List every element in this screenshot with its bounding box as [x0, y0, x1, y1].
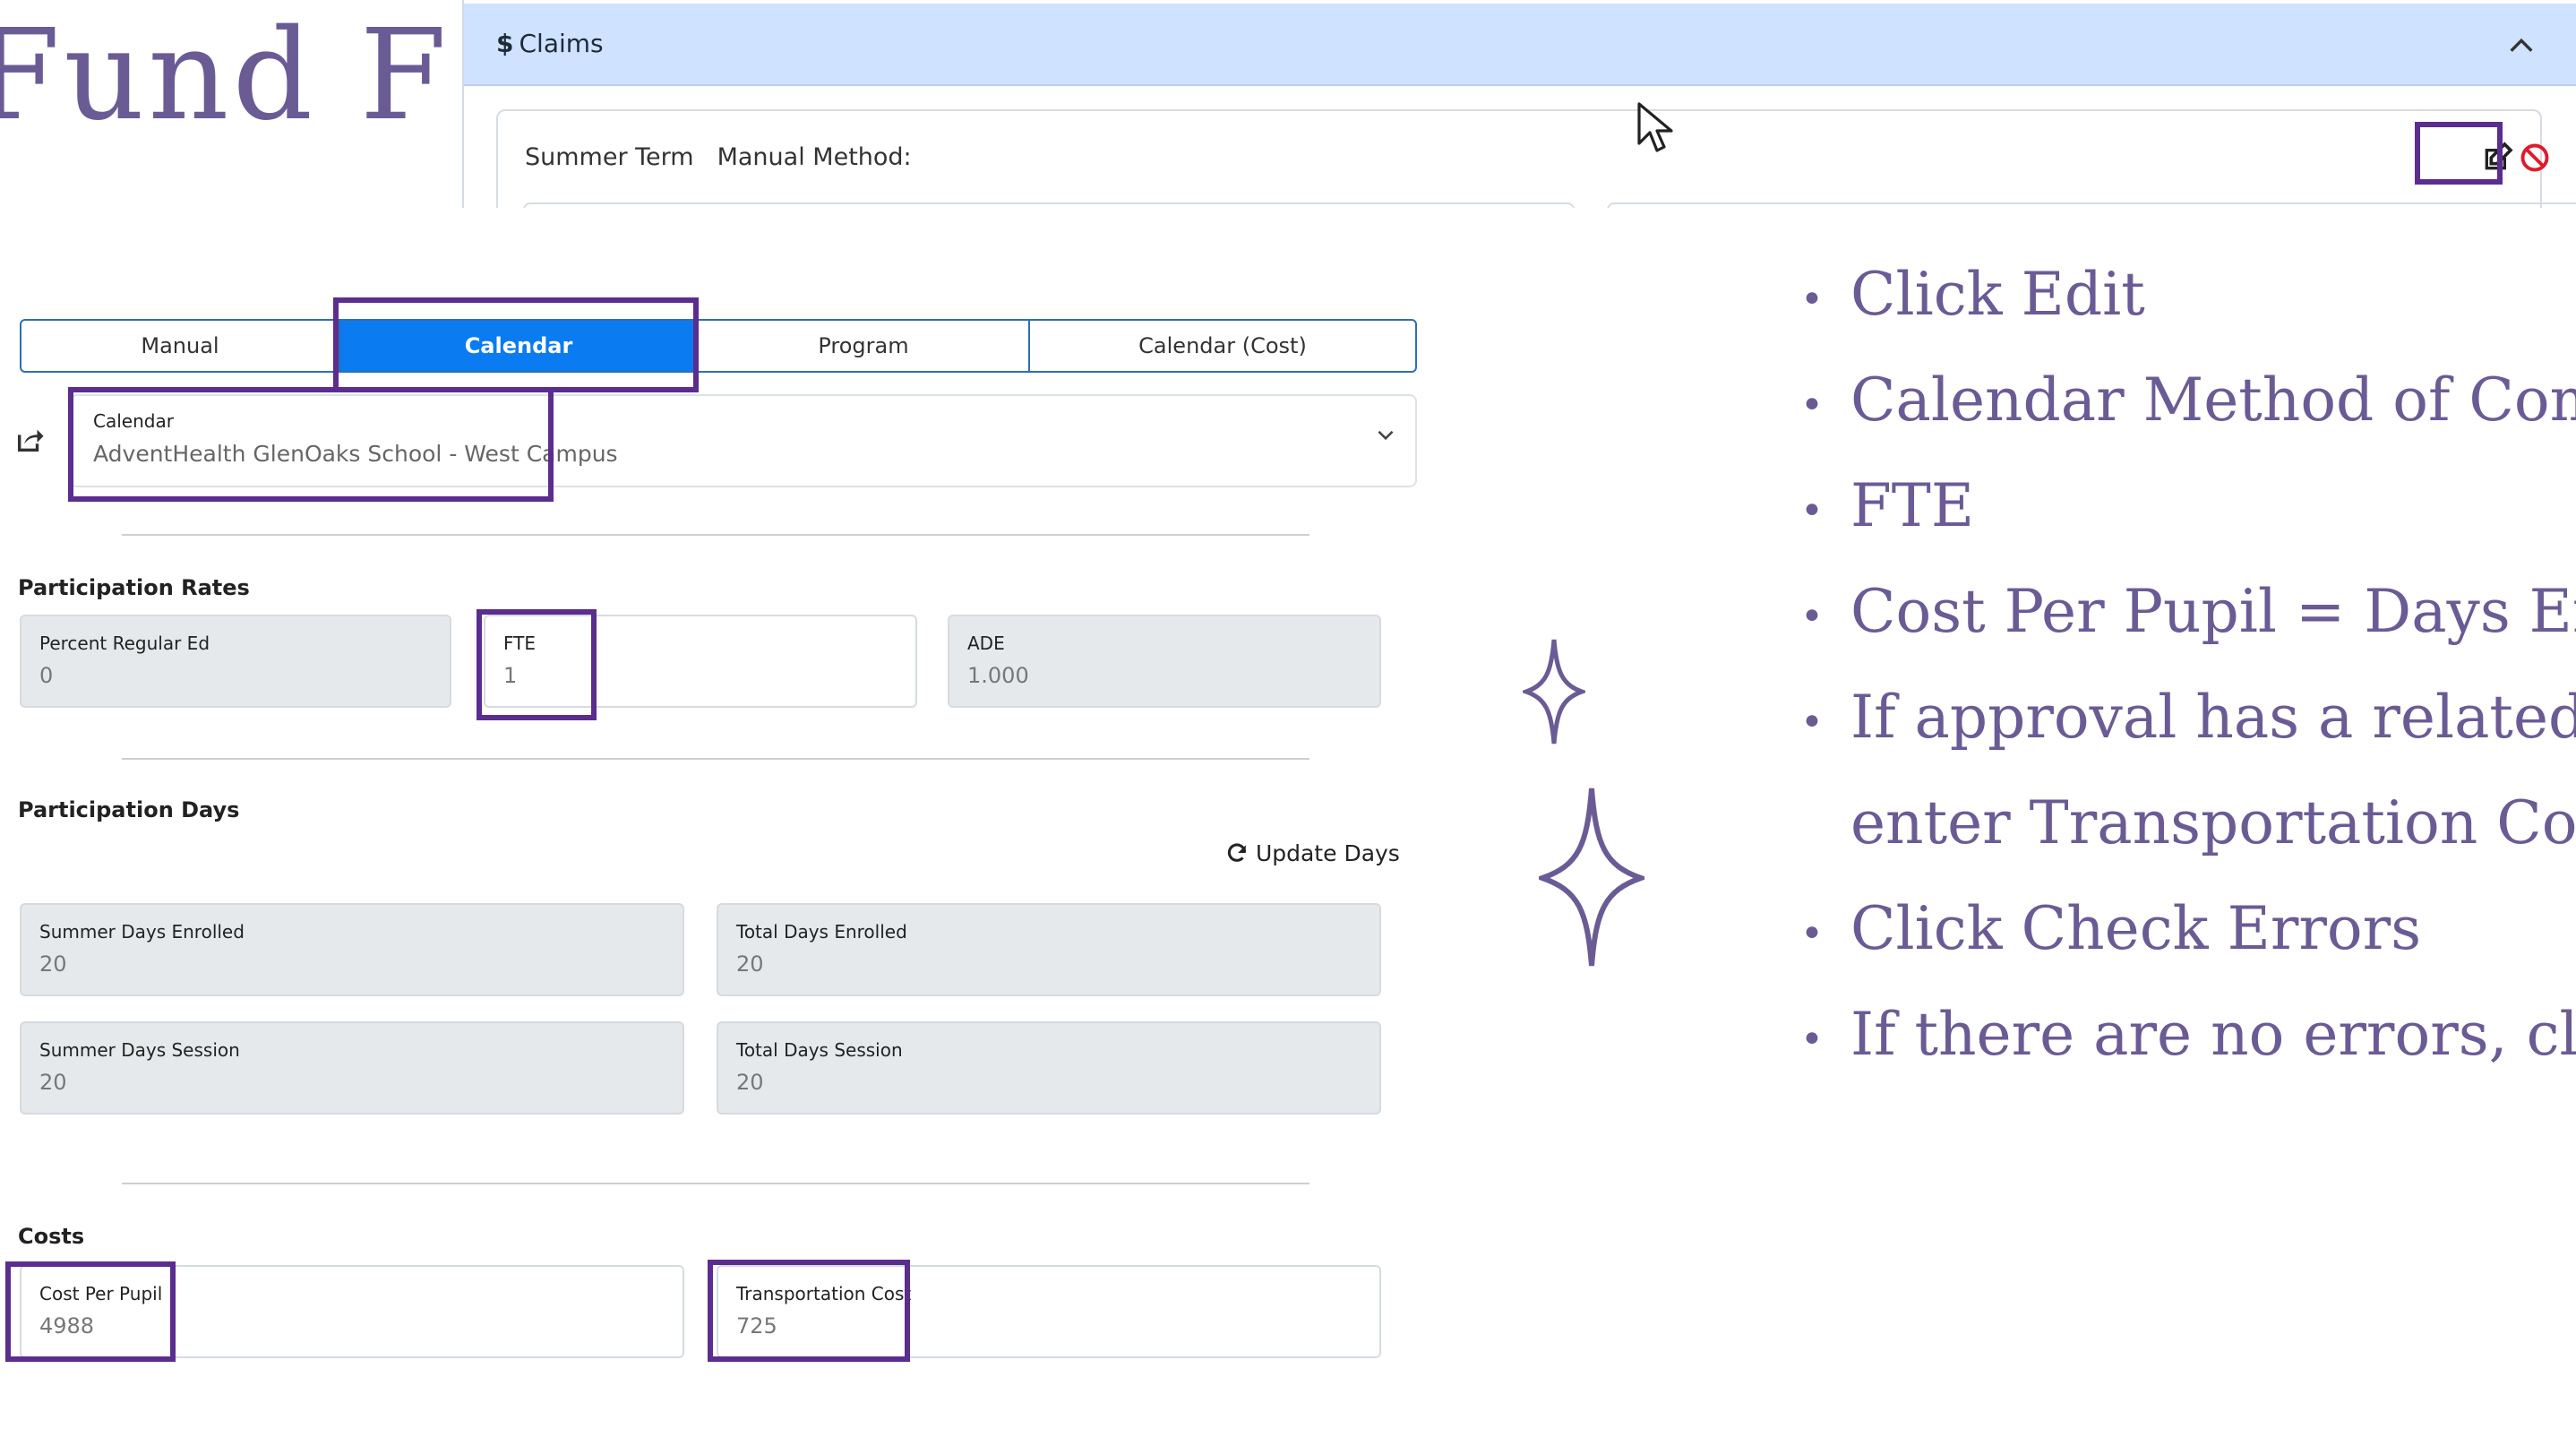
tab-calendar[interactable]: Calendar — [340, 321, 699, 371]
calendar-value: AdventHealth GlenOaks School - West Camp… — [93, 441, 618, 467]
divider — [122, 758, 1309, 760]
instruction-item: • Click Edit — [1800, 260, 2145, 329]
divider — [122, 1183, 1309, 1184]
tab-program[interactable]: Program — [699, 321, 1030, 371]
refresh-icon — [1227, 843, 1247, 862]
calendar-select[interactable]: Calendar AdventHealth GlenOaks School - … — [70, 394, 1417, 487]
dollar-icon: $ — [496, 29, 514, 58]
mouse-cursor-icon — [1637, 102, 1673, 152]
summer-subpanel-left — [523, 202, 1575, 208]
tab-calendar-cost[interactable]: Calendar (Cost) — [1030, 321, 1415, 371]
instruction-item: • Cost Per Pupil = Days Enr — [1800, 577, 2576, 646]
chevron-up-icon[interactable] — [2506, 30, 2537, 69]
total-days-session-field: Total Days Session 20 — [717, 1021, 1381, 1115]
percent-regular-ed-field: Percent Regular Ed 0 — [20, 615, 451, 708]
share-icon[interactable] — [14, 425, 45, 455]
cancel-icon[interactable] — [2519, 142, 2551, 174]
sparkle-large-icon — [1539, 788, 1644, 967]
summer-subpanel-right — [1607, 202, 2576, 208]
ade-field: ADE 1.000 — [948, 615, 1381, 708]
divider — [122, 534, 1309, 536]
tab-manual[interactable]: Manual — [21, 321, 340, 371]
summer-term-row: Summer Term Manual Method: — [525, 143, 935, 171]
summer-days-enrolled-field: Summer Days Enrolled 20 — [20, 903, 684, 996]
chevron-down-icon[interactable] — [1374, 423, 1397, 452]
total-days-enrolled-field: Total Days Enrolled 20 — [717, 903, 1381, 996]
manual-method-label: Manual Method: — [717, 143, 912, 171]
transportation-cost-field[interactable]: Transportation Cost 725 — [717, 1265, 1381, 1358]
participation-rates-heading: Participation Rates — [18, 575, 250, 600]
participation-days-heading: Participation Days — [18, 797, 240, 822]
summer-term-card: Summer Term Manual Method: — [496, 109, 2549, 208]
instruction-item: enter Transportation Cos — [1850, 788, 2576, 857]
slide-title: Fund F — [0, 3, 451, 149]
edit-icon[interactable] — [2479, 140, 2515, 176]
cost-per-pupil-field[interactable]: Cost Per Pupil 4988 — [20, 1265, 684, 1358]
method-tabs: Manual Calendar Program Calendar (Cost) — [20, 319, 1417, 373]
update-days-button[interactable]: Update Days — [1225, 840, 1400, 866]
instruction-item: • If approval has a related — [1800, 683, 2576, 752]
claims-title: $ Claims — [496, 29, 604, 58]
instruction-item: • Calendar Method of Com — [1800, 366, 2576, 435]
instruction-item: • Click Check Errors — [1800, 894, 2422, 963]
calendar-label: Calendar — [93, 410, 174, 432]
summer-term-label: Summer Term — [525, 143, 694, 171]
summer-days-session-field: Summer Days Session 20 — [20, 1021, 684, 1115]
instruction-item: • FTE — [1800, 471, 1974, 540]
claims-panel: $ Claims Summer Term Manual Method: — [462, 0, 2576, 208]
costs-heading: Costs — [18, 1224, 85, 1249]
claims-header[interactable]: $ Claims — [464, 4, 2576, 86]
fte-field[interactable]: FTE 1 — [484, 615, 917, 708]
instruction-item: • If there are no errors, clic — [1800, 1000, 2576, 1069]
sparkle-small-icon — [1523, 639, 1585, 745]
